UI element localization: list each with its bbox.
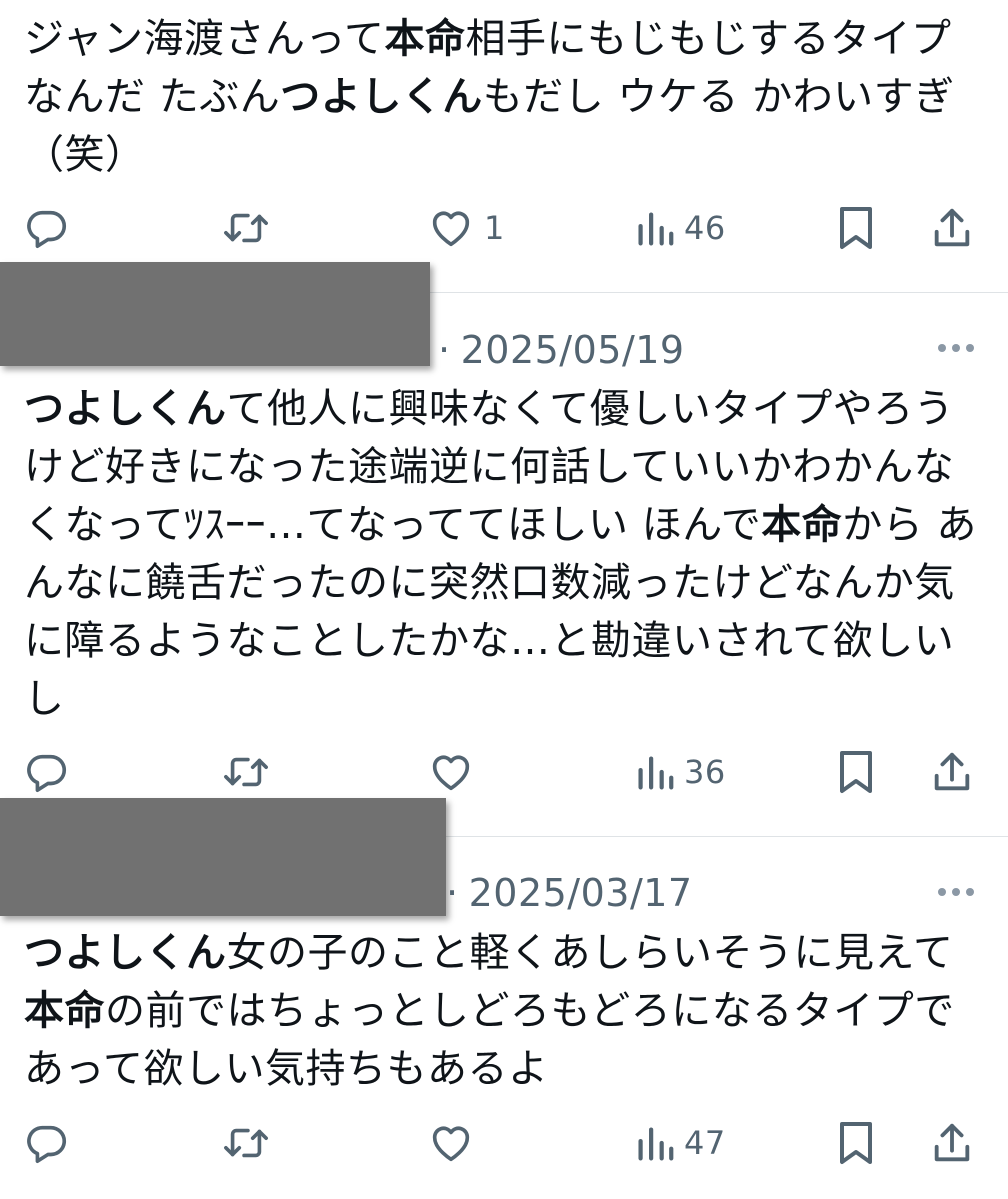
views-icon [638,1127,674,1161]
share-icon [934,208,970,247]
tweet-1-text: ジャン海渡さんって本命相手にもじもじするタイプなんだ たぶんつよしくんもだし ウ… [24,10,984,184]
redacted-user-header [0,262,430,366]
share-icon [934,752,970,791]
like-icon [432,755,470,791]
tweet-3-meta: · 2025/03/17 [446,869,693,917]
bookmark-button[interactable] [836,198,876,258]
reply-button[interactable] [24,742,80,802]
views-icon [638,756,674,790]
reply-icon [27,1125,67,1164]
views-button[interactable]: 46 [634,198,726,258]
views-count: 46 [684,209,726,247]
bookmark-icon [840,1122,872,1164]
share-button[interactable] [930,742,974,802]
like-button[interactable] [428,1113,484,1173]
redacted-user-header [0,798,446,916]
tweet-2-actions: 36 [0,742,1008,802]
views-button[interactable]: 47 [634,1113,726,1173]
bookmark-button[interactable] [836,1113,876,1173]
tweet-1-actions: 1 46 [0,198,1008,258]
bookmark-icon [840,207,872,249]
reply-icon [27,210,67,249]
tweet-1-text-seg-3: つよしくん [280,74,483,120]
bookmark-button[interactable] [836,742,876,802]
like-button[interactable] [428,742,484,802]
bookmark-icon [840,751,872,793]
tweet-3-text-seg-1: 女の子のこと軽くあしらいそうに見えて [226,930,954,976]
date-separator: · [446,871,459,915]
share-icon [934,1123,970,1162]
more-button[interactable] [938,344,974,352]
tweet-2-meta: · 2025/05/19 [438,326,685,374]
tweet-3-date[interactable]: 2025/03/17 [469,871,693,915]
tweet-2-text-seg-2: 本命 [761,502,843,548]
reply-icon [27,754,67,793]
tweet-2-text: つよしくんて他人に興味なくて優しいタイプやろうけど好きになった途端逆に何話してい… [24,380,984,728]
like-icon [432,1126,470,1162]
share-button[interactable] [930,198,974,258]
reply-button[interactable] [24,198,80,258]
tweet-1-text-seg-1: 本命 [384,16,466,62]
retweet-button[interactable] [220,742,282,802]
like-button[interactable]: 1 [428,198,505,258]
tweet-2-text-seg-0: つよしくん [24,386,227,432]
like-icon [432,211,470,247]
tweet-3-text-seg-3: の前ではちょっとしどろもどろになるタイプであって欲しい気持ちもあるよ [24,988,955,1092]
date-separator: · [438,328,451,372]
like-count: 1 [484,209,505,247]
views-count: 47 [684,1124,726,1162]
reply-button[interactable] [24,1113,80,1173]
tweet-3-actions: 47 [0,1113,1008,1173]
tweet-1-text-seg-0: ジャン海渡さんって [24,16,385,62]
tweet-3-text: つよしくん女の子のこと軽くあしらいそうに見えて本命の前ではちょっとしどろもどろに… [24,924,984,1098]
retweet-icon [224,757,268,787]
tweet-2-date[interactable]: 2025/05/19 [461,328,685,372]
retweet-icon [224,213,268,243]
more-button[interactable] [938,888,974,896]
views-count: 36 [684,753,726,791]
retweet-button[interactable] [220,1113,282,1173]
tweet-3-text-seg-2: 本命 [24,988,105,1034]
retweet-icon [224,1128,268,1158]
tweet-3-text-seg-0: つよしくん [24,930,227,976]
retweet-button[interactable] [220,198,282,258]
views-icon [638,212,674,246]
share-button[interactable] [930,1113,974,1173]
more-icon [938,344,946,352]
views-button[interactable]: 36 [634,742,726,802]
more-icon [938,888,946,896]
